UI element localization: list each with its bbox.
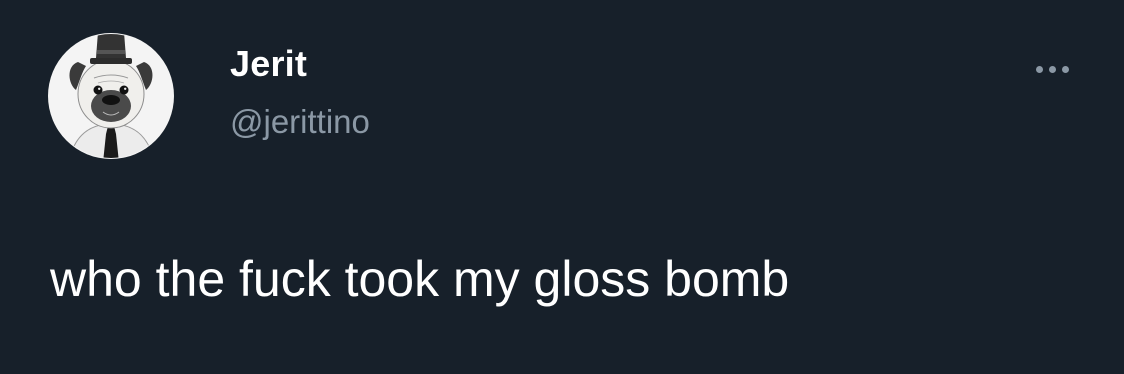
more-options-icon[interactable] [1026, 56, 1078, 82]
tweet-text: who the fuck took my gloss bomb [50, 251, 790, 307]
more-dot [1035, 65, 1043, 73]
pug-avatar-icon [48, 33, 174, 159]
author-display-name[interactable]: Jerit [230, 46, 307, 82]
tweet-card: Jerit @jerittino who the fuck took my gl… [0, 0, 1124, 374]
author-handle[interactable]: @jerittino [230, 105, 370, 138]
author-avatar[interactable] [48, 20, 174, 172]
more-dot [1048, 65, 1056, 73]
more-dot [1061, 65, 1069, 73]
